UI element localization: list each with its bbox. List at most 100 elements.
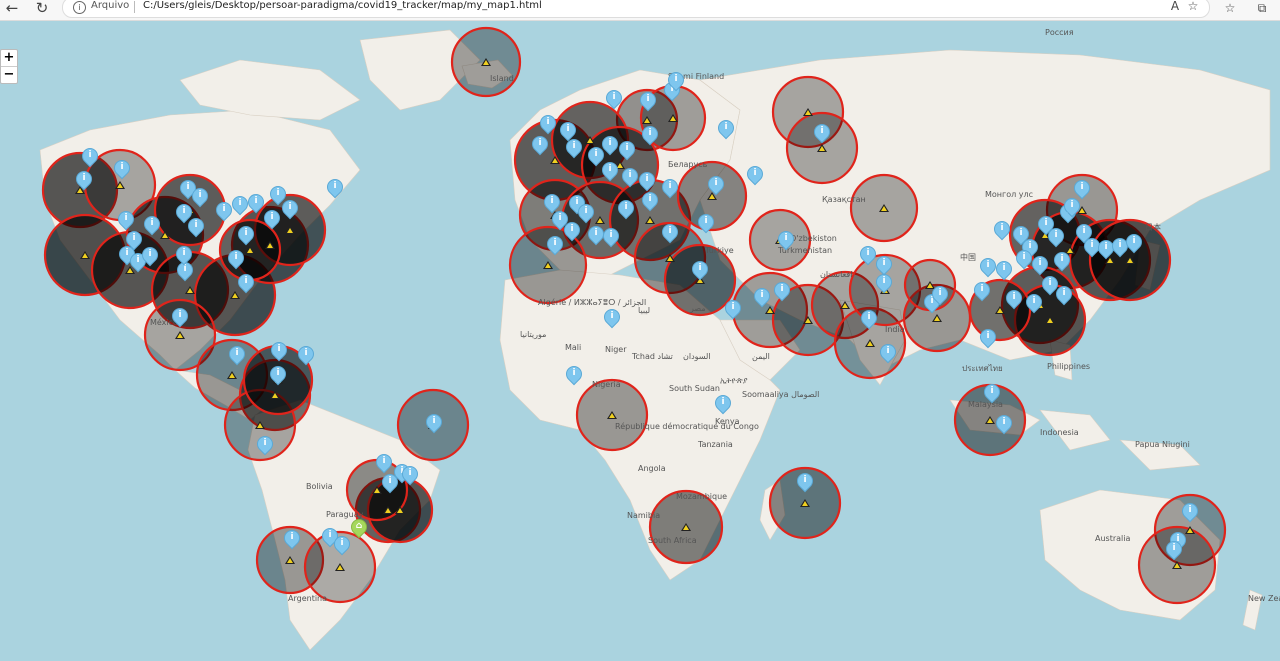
- hazard-icon: [285, 226, 295, 234]
- info-marker-icon[interactable]: i: [323, 175, 347, 203]
- info-marker-icon[interactable]: i: [928, 282, 952, 310]
- info-marker-icon[interactable]: i: [422, 410, 446, 438]
- home-marker-icon[interactable]: ⌂: [347, 515, 371, 543]
- info-marker-icon[interactable]: i: [615, 137, 639, 165]
- info-marker-icon[interactable]: i: [774, 227, 798, 255]
- info-marker-icon[interactable]: i: [658, 175, 682, 203]
- info-marker-icon[interactable]: i: [598, 158, 622, 186]
- back-icon[interactable]: ←: [2, 0, 22, 20]
- info-marker-icon[interactable]: i: [260, 206, 284, 234]
- info-marker-icon[interactable]: i: [234, 270, 258, 298]
- info-marker-icon[interactable]: i: [976, 325, 1000, 353]
- info-marker-icon[interactable]: i: [184, 214, 208, 242]
- info-marker-icon[interactable]: i: [750, 284, 774, 312]
- info-marker-icon[interactable]: i: [168, 304, 192, 332]
- info-marker-icon[interactable]: i: [1022, 290, 1046, 318]
- info-marker-icon[interactable]: i: [280, 526, 304, 554]
- info-marker-icon[interactable]: i: [225, 342, 249, 370]
- info-marker-icon[interactable]: i: [562, 135, 586, 163]
- info-marker-icon[interactable]: i: [638, 188, 662, 216]
- info-marker-icon[interactable]: i: [658, 220, 682, 248]
- info-marker-icon[interactable]: i: [1012, 246, 1036, 274]
- info-marker-icon[interactable]: i: [970, 278, 994, 306]
- info-marker-icon[interactable]: i: [872, 270, 896, 298]
- info-marker-icon[interactable]: i: [1178, 499, 1202, 527]
- address-bar[interactable]: i Arquivo C:/Users/gleis/Desktop/persoar…: [62, 0, 1210, 18]
- info-marker-icon[interactable]: i: [560, 218, 584, 246]
- info-marker-icon[interactable]: i: [992, 411, 1016, 439]
- info-marker-icon[interactable]: i: [212, 198, 236, 226]
- info-marker-icon[interactable]: i: [1044, 224, 1068, 252]
- info-marker-icon[interactable]: i: [598, 132, 622, 160]
- info-marker-icon[interactable]: i: [78, 144, 102, 172]
- place-label: السودان: [683, 352, 711, 361]
- info-marker-icon[interactable]: i: [704, 172, 728, 200]
- info-marker-icon[interactable]: i: [711, 391, 735, 419]
- collections-icon[interactable]: ⧉: [1254, 1, 1270, 16]
- info-marker-icon[interactable]: i: [743, 162, 767, 190]
- zoom-out-button[interactable]: −: [1, 66, 17, 83]
- info-marker-icon[interactable]: i: [234, 222, 258, 250]
- read-aloud-icon[interactable]: A: [1167, 0, 1183, 13]
- info-marker-icon[interactable]: i: [694, 210, 718, 238]
- info-marker-icon[interactable]: i: [599, 224, 623, 252]
- info-marker-icon[interactable]: i: [584, 222, 608, 250]
- info-marker-icon[interactable]: i: [562, 362, 586, 390]
- info-marker-icon[interactable]: i: [856, 242, 880, 270]
- info-marker-icon[interactable]: i: [398, 462, 422, 490]
- url-text[interactable]: C:/Users/gleis/Desktop/persoar-paradigma…: [143, 0, 542, 11]
- info-marker-icon[interactable]: i: [980, 380, 1004, 408]
- reload-icon[interactable]: ↻: [32, 0, 52, 20]
- info-marker-icon[interactable]: i: [244, 190, 268, 218]
- info-marker-icon[interactable]: i: [976, 254, 1000, 282]
- zoom-control[interactable]: + −: [0, 49, 18, 84]
- info-marker-icon[interactable]: i: [636, 88, 660, 116]
- info-marker-icon[interactable]: i: [267, 338, 291, 366]
- hazard-icon: [607, 411, 617, 419]
- info-marker-icon[interactable]: i: [638, 122, 662, 150]
- info-marker-icon[interactable]: i: [793, 469, 817, 497]
- info-icon[interactable]: i: [73, 1, 86, 14]
- info-marker-icon[interactable]: i: [876, 340, 900, 368]
- info-marker-icon[interactable]: i: [278, 196, 302, 224]
- favorite-icon[interactable]: ☆: [1185, 0, 1201, 13]
- info-marker-icon[interactable]: i: [990, 217, 1014, 245]
- info-marker-icon[interactable]: i: [1162, 537, 1186, 565]
- info-marker-icon[interactable]: i: [770, 278, 794, 306]
- info-marker-icon[interactable]: i: [602, 86, 626, 114]
- info-marker-icon[interactable]: i: [1060, 194, 1084, 222]
- info-marker-icon[interactable]: i: [228, 192, 252, 220]
- info-marker-icon[interactable]: i: [1050, 248, 1074, 276]
- info-marker-icon[interactable]: i: [253, 432, 277, 460]
- info-marker-icon[interactable]: i: [688, 257, 712, 285]
- info-marker-icon[interactable]: i: [528, 132, 552, 160]
- info-marker-icon[interactable]: i: [224, 246, 248, 274]
- info-marker-icon[interactable]: i: [618, 164, 642, 192]
- info-marker-icon[interactable]: i: [330, 532, 354, 560]
- world-map[interactable]: Island Suomi Finland Россия Беларусь Қазақст…: [0, 20, 1280, 661]
- info-marker-icon[interactable]: i: [1028, 252, 1052, 280]
- info-marker-icon[interactable]: i: [110, 156, 134, 184]
- info-marker-icon[interactable]: i: [72, 167, 96, 195]
- info-marker-icon[interactable]: i: [992, 257, 1016, 285]
- info-marker-icon[interactable]: i: [138, 243, 162, 271]
- info-marker-icon[interactable]: i: [721, 296, 745, 324]
- info-marker-icon[interactable]: i: [614, 196, 638, 224]
- info-marker-icon[interactable]: i: [600, 305, 624, 333]
- info-marker-icon[interactable]: i: [574, 200, 598, 228]
- info-marker-icon[interactable]: i: [1122, 230, 1146, 258]
- info-marker-icon[interactable]: i: [714, 116, 738, 144]
- info-marker-icon[interactable]: i: [140, 212, 164, 240]
- info-marker-icon[interactable]: i: [266, 362, 290, 390]
- info-marker-icon[interactable]: i: [1052, 282, 1076, 310]
- info-marker-icon[interactable]: i: [172, 242, 196, 270]
- info-marker-icon[interactable]: i: [810, 120, 834, 148]
- info-marker-icon[interactable]: i: [857, 306, 881, 334]
- info-marker-icon[interactable]: i: [294, 342, 318, 370]
- info-marker-icon[interactable]: i: [1002, 286, 1026, 314]
- info-marker-icon[interactable]: i: [543, 232, 567, 260]
- favorites-icon[interactable]: ☆: [1222, 1, 1238, 15]
- info-marker-icon[interactable]: i: [188, 184, 212, 212]
- zoom-in-button[interactable]: +: [1, 50, 17, 66]
- info-marker-icon[interactable]: i: [664, 68, 688, 96]
